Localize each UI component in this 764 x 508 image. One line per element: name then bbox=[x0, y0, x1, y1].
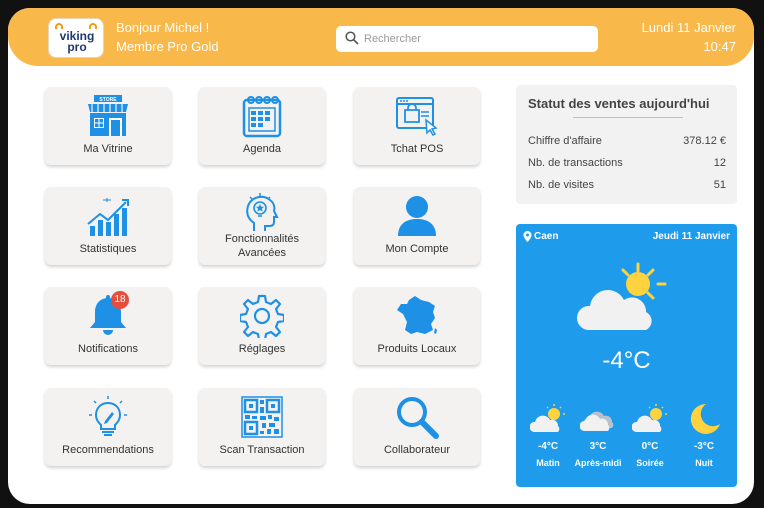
tile-tchat-pos[interactable]: Tchat POS bbox=[354, 87, 480, 165]
app-screen: viking pro Bonjour Michel ! Membre Pro G… bbox=[8, 8, 754, 504]
tile-label: Fonctionnalités Avancées bbox=[225, 233, 299, 259]
tile-label: Tchat POS bbox=[390, 143, 444, 155]
user-icon bbox=[398, 196, 436, 236]
forecast-night: -3°C Nuit bbox=[680, 399, 728, 468]
stat-row-transactions: Nb. de transactions 12 bbox=[528, 157, 726, 169]
stat-value: 378.12 € bbox=[683, 135, 726, 147]
search-input[interactable]: Rechercher bbox=[336, 26, 598, 52]
qr-code-icon bbox=[241, 396, 283, 438]
logo-text-line2: pro bbox=[67, 40, 87, 54]
tile-label: Recommendations bbox=[62, 444, 154, 456]
header-bar: viking pro Bonjour Michel ! Membre Pro G… bbox=[8, 8, 754, 66]
divider bbox=[573, 117, 683, 118]
tile-label: Mon Compte bbox=[385, 243, 449, 255]
gear-icon bbox=[240, 294, 284, 338]
tile-collaborateur[interactable]: Collaborateur bbox=[354, 388, 480, 466]
magnifier-icon bbox=[397, 397, 439, 439]
svg-text:STORE: STORE bbox=[99, 97, 117, 103]
forecast-temp: -3°C bbox=[693, 441, 715, 452]
forecast-label: Soirée bbox=[636, 458, 664, 468]
current-temperature: -4°C bbox=[602, 347, 651, 374]
stat-value: 51 bbox=[713, 179, 726, 191]
stat-label: Chiffre d'affaire bbox=[528, 135, 602, 147]
sales-status-title: Statut des ventes aujourd'hui bbox=[528, 96, 710, 111]
tile-label: Statistiques bbox=[79, 243, 137, 255]
stat-value: 12 bbox=[713, 157, 726, 169]
tile-mon-compte[interactable]: Mon Compte bbox=[354, 187, 480, 265]
forecast-temp: 0°C bbox=[641, 441, 659, 452]
stat-row-revenue: Chiffre d'affaire 378.12 € bbox=[528, 135, 726, 147]
tile-notifications[interactable]: 18 Notifications bbox=[45, 287, 171, 365]
forecast-temp: 3°C bbox=[589, 441, 607, 452]
stat-row-visits: Nb. de visites 51 bbox=[528, 179, 726, 191]
forecast-label: Nuit bbox=[695, 458, 713, 468]
viking-pro-logo[interactable]: viking pro bbox=[48, 18, 104, 58]
moon-icon bbox=[690, 403, 720, 434]
sun-cloud-icon bbox=[530, 404, 565, 432]
weather-widget[interactable]: Caen Jeudi 11 Janvier -4°C -4°C Matin 3°… bbox=[516, 224, 737, 487]
forecast-evening: 0°C Soirée bbox=[626, 399, 674, 468]
sun-cloud-icon bbox=[632, 404, 667, 432]
forecast-afternoon: 3°C Après-midi bbox=[574, 399, 622, 468]
current-date: Lundi 11 Janvier bbox=[641, 20, 736, 35]
tile-fonctionnalites-avancees[interactable]: Fonctionnalités Avancées bbox=[199, 187, 325, 265]
tile-produits-locaux[interactable]: Produits Locaux bbox=[354, 287, 480, 365]
forecast-label: Après-midi bbox=[574, 458, 622, 468]
current-time: 10:47 bbox=[703, 39, 736, 54]
bar-chart-icon bbox=[87, 198, 129, 236]
lightbulb-head-icon bbox=[246, 193, 279, 231]
stat-label: Nb. de transactions bbox=[528, 157, 623, 169]
tile-reglages[interactable]: Réglages bbox=[199, 287, 325, 365]
tile-agenda[interactable]: Agenda bbox=[199, 87, 325, 165]
forecast-label: Matin bbox=[536, 458, 560, 468]
tile-statistiques[interactable]: Statistiques bbox=[45, 187, 171, 265]
france-map-icon bbox=[397, 296, 437, 334]
location-pin-icon bbox=[523, 231, 532, 242]
sun-cloud-icon bbox=[576, 262, 667, 330]
tile-scan-transaction[interactable]: Scan Transaction bbox=[199, 388, 325, 466]
forecast-temp: -4°C bbox=[537, 441, 559, 452]
search-icon bbox=[345, 31, 359, 45]
calendar-icon bbox=[242, 96, 282, 138]
store-icon: STORE bbox=[88, 95, 128, 136]
chat-window-icon bbox=[396, 97, 438, 136]
search-placeholder: Rechercher bbox=[364, 33, 421, 45]
stat-label: Nb. de visites bbox=[528, 179, 595, 191]
greeting-text: Bonjour Michel ! bbox=[116, 20, 210, 35]
notification-badge: 18 bbox=[111, 291, 129, 309]
tile-label: Notifications bbox=[78, 343, 138, 355]
weather-city: Caen bbox=[534, 231, 559, 242]
lightbulb-pencil-icon bbox=[89, 396, 127, 436]
membership-text: Membre Pro Gold bbox=[116, 39, 219, 54]
tile-label: Agenda bbox=[243, 143, 281, 155]
tile-recommendations[interactable]: Recommendations bbox=[45, 388, 171, 466]
tile-label: Scan Transaction bbox=[219, 444, 305, 456]
tile-label: Collaborateur bbox=[383, 444, 451, 456]
tile-label: Ma Vitrine bbox=[83, 143, 133, 155]
tile-label: Réglages bbox=[238, 343, 286, 355]
tile-label: Produits Locaux bbox=[377, 343, 457, 355]
tile-ma-vitrine[interactable]: STORE Ma Vitrine bbox=[45, 87, 171, 165]
sales-status-panel: Statut des ventes aujourd'hui Chiffre d'… bbox=[516, 85, 737, 204]
cloud-icon bbox=[580, 411, 614, 431]
forecast-morning: -4°C Matin bbox=[524, 399, 572, 468]
weather-date: Jeudi 11 Janvier bbox=[652, 231, 730, 242]
